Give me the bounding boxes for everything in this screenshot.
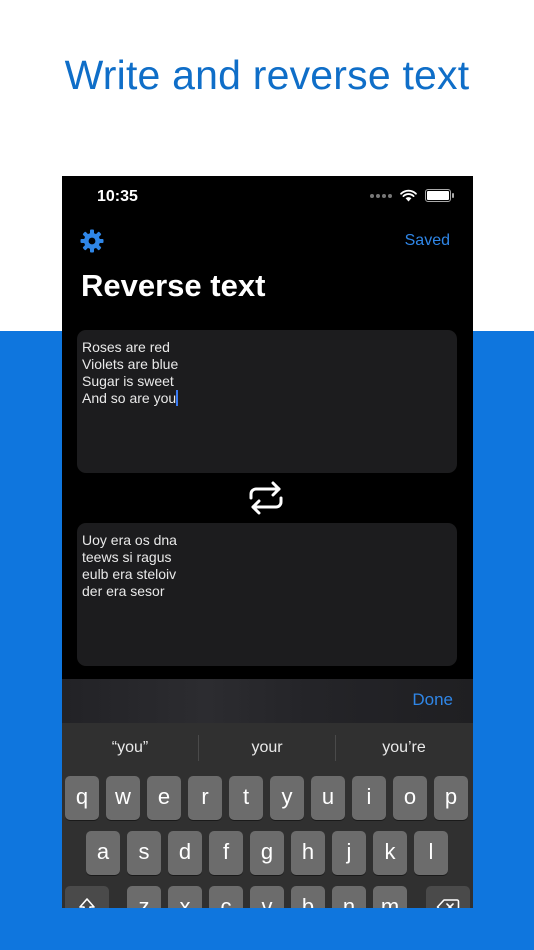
key-y[interactable]: y [270,776,304,820]
key-x[interactable]: x [168,886,202,908]
key-m[interactable]: m [373,886,407,908]
keyboard: “you” your you’re q w e r t y u i o p a … [62,723,473,908]
key-r[interactable]: r [188,776,222,820]
output-line: Uoy era os dna [82,532,177,548]
phone-screen: 10:35 Saved Reverse text Roses are red V… [62,176,473,908]
key-z[interactable]: z [127,886,161,908]
key-f[interactable]: f [209,831,243,875]
key-k[interactable]: k [373,831,407,875]
key-q[interactable]: q [65,776,99,820]
key-u[interactable]: u [311,776,345,820]
page-title: Reverse text [81,268,266,303]
keyboard-accessory-bar [62,679,473,723]
key-n[interactable]: n [332,886,366,908]
key-h[interactable]: h [291,831,325,875]
signal-icon [370,193,392,198]
key-s[interactable]: s [127,831,161,875]
suggestion-item[interactable]: your [199,739,335,757]
input-line: Violets are blue [82,356,179,372]
output-line: der era sesor [82,583,165,599]
output-line: teews si ragus [82,549,172,565]
shift-icon [79,898,95,908]
wifi-icon [400,189,417,202]
text-cursor [176,390,179,406]
key-a[interactable]: a [86,831,120,875]
suggestion-item[interactable]: “you” [62,739,198,757]
input-line: Sugar is sweet [82,373,174,389]
input-line-last: And so are you [82,390,452,407]
key-t[interactable]: t [229,776,263,820]
gear-icon[interactable] [80,229,104,253]
key-e[interactable]: e [147,776,181,820]
promo-headline: Write and reverse text [64,52,470,98]
key-p[interactable]: p [434,776,468,820]
repeat-arrows-icon[interactable] [245,481,287,515]
status-time: 10:35 [97,188,138,205]
status-icons [370,189,454,202]
key-j[interactable]: j [332,831,366,875]
input-text-area[interactable]: Roses are red Violets are blue Sugar is … [77,330,457,473]
output-text-area[interactable]: Uoy era os dna teews si ragus eulb era s… [77,523,457,666]
suggestion-item[interactable]: you’re [336,739,472,757]
key-g[interactable]: g [250,831,284,875]
done-button[interactable]: Done [412,690,453,710]
key-i[interactable]: i [352,776,386,820]
input-line: Roses are red [82,339,170,355]
suggestion-bar: “you” your you’re [62,723,473,773]
key-w[interactable]: w [106,776,140,820]
key-d[interactable]: d [168,831,202,875]
backspace-icon [436,899,460,908]
delete-key[interactable] [426,886,470,908]
shift-key[interactable] [65,886,109,908]
key-o[interactable]: o [393,776,427,820]
output-line: eulb era steloiv [82,566,177,582]
key-c[interactable]: c [209,886,243,908]
key-v[interactable]: v [250,886,284,908]
saved-button[interactable]: Saved [405,232,450,250]
key-l[interactable]: l [414,831,448,875]
input-line-text: And so are you [82,390,177,406]
key-b[interactable]: b [291,886,325,908]
battery-icon [425,189,454,202]
